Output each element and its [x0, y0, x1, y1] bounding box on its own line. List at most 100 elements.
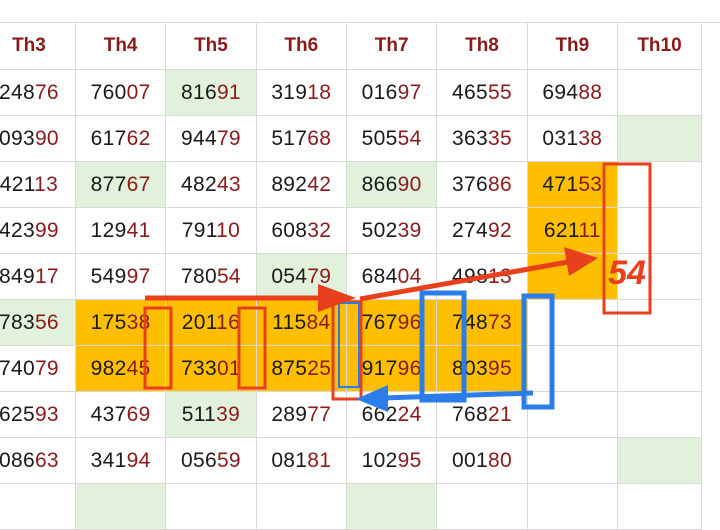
- column-header-th6[interactable]: Th6: [255, 22, 347, 70]
- number-prefix: 803: [452, 356, 488, 380]
- table-cell: 46555: [436, 69, 528, 116]
- number-suffix: 79: [216, 126, 241, 150]
- number-suffix: 97: [397, 80, 422, 104]
- number-suffix: 77: [307, 402, 332, 426]
- number-suffix: 11: [578, 218, 601, 242]
- number-prefix: 780: [180, 264, 217, 288]
- table-cell: 20116: [165, 299, 257, 346]
- column-header-th8[interactable]: Th8: [436, 22, 528, 70]
- table-cell: [526, 345, 619, 392]
- number-prefix: 662: [361, 402, 398, 426]
- number-suffix: 95: [397, 448, 422, 472]
- table-cell: 31918: [255, 69, 347, 116]
- number-prefix: 482: [180, 172, 217, 196]
- table-cell: 87767: [74, 161, 167, 208]
- table-cell: 09390: [0, 115, 76, 162]
- table-cell: 08181: [255, 437, 347, 484]
- number-suffix: 21: [487, 402, 512, 426]
- table-cell: 78054: [165, 253, 257, 300]
- number-prefix: 031: [542, 126, 579, 150]
- table-cell: 43769: [74, 391, 167, 438]
- column-header-th5[interactable]: Th5: [165, 22, 257, 70]
- table-cell: [617, 483, 702, 530]
- table-row: 84917 54997 78054 05479 68404 49813: [0, 253, 702, 300]
- table-cell: 12941: [74, 207, 167, 254]
- column-header-th9[interactable]: Th9: [526, 22, 619, 70]
- column-header-th10[interactable]: Th10: [617, 22, 702, 70]
- number-prefix: 875: [271, 356, 308, 380]
- column-header-th7[interactable]: Th7: [345, 22, 438, 70]
- number-suffix: 90: [34, 126, 59, 150]
- number-suffix: 96: [397, 310, 422, 334]
- table-cell: 76796: [345, 299, 438, 346]
- table-cell: [526, 437, 619, 484]
- number-prefix: 621: [543, 218, 579, 242]
- number-prefix: 760: [90, 80, 127, 104]
- table-cell: [617, 161, 702, 208]
- number-prefix: 877: [90, 172, 127, 196]
- table-cell: 81691: [165, 69, 257, 116]
- number-prefix: 274: [452, 218, 488, 242]
- number-suffix: 04: [397, 264, 422, 288]
- number-suffix: 25: [307, 356, 332, 380]
- table-cell: [526, 391, 619, 438]
- table-cell: 86690: [345, 161, 438, 208]
- number-prefix: 102: [361, 448, 398, 472]
- table-cell: 98245: [74, 345, 167, 392]
- number-prefix: 917: [361, 356, 398, 380]
- column-header-th4[interactable]: Th4: [74, 22, 167, 70]
- table-cell: [526, 483, 619, 530]
- column-header-th3[interactable]: Th3: [0, 22, 76, 70]
- table-row: 08663 34194 05659 08181 10295 00180: [0, 437, 702, 484]
- table-cell: 01697: [345, 69, 438, 116]
- number-suffix: 39: [216, 402, 241, 426]
- table-row: 42113 87767 48243 89242 86690 37686 47153: [0, 161, 702, 208]
- number-prefix: 549: [90, 264, 127, 288]
- number-suffix: 62: [126, 126, 151, 150]
- table-cell: 69488: [526, 69, 619, 116]
- table-cell: 62593: [0, 391, 76, 438]
- table-cell: 42399: [0, 207, 76, 254]
- table-cell: 94479: [165, 115, 257, 162]
- table-row: 42399 12941 79110 60832 50239 27492 62111: [0, 207, 702, 254]
- table-cell: 60832: [255, 207, 347, 254]
- table-cell: 37686: [436, 161, 528, 208]
- number-prefix: 471: [542, 172, 579, 196]
- table-cell: [617, 345, 702, 392]
- table-cell: 74873: [436, 299, 528, 346]
- number-suffix: 93: [34, 402, 59, 426]
- number-prefix: 608: [271, 218, 308, 242]
- number-prefix: 733: [180, 356, 217, 380]
- number-suffix: 35: [487, 126, 512, 150]
- number-suffix: 39: [397, 218, 422, 242]
- table-cell: 51768: [255, 115, 347, 162]
- number-prefix: 016: [361, 80, 398, 104]
- table-cell: 84917: [0, 253, 76, 300]
- number-prefix: 502: [361, 218, 398, 242]
- number-suffix: 80: [487, 448, 512, 472]
- table-cell: 68404: [345, 253, 438, 300]
- number-prefix: 866: [361, 172, 398, 196]
- number-suffix: 92: [487, 218, 512, 242]
- number-suffix: 67: [126, 172, 151, 196]
- number-prefix: 319: [271, 80, 308, 104]
- number-suffix: 13: [487, 264, 512, 288]
- table-cell: 49813: [436, 253, 528, 300]
- number-suffix: 86: [487, 172, 512, 196]
- number-suffix: 56: [34, 310, 59, 334]
- number-suffix: 96: [397, 356, 422, 380]
- number-prefix: 423: [0, 218, 35, 242]
- table-cell: 47153: [526, 161, 619, 208]
- table-cell: 61762: [74, 115, 167, 162]
- number-prefix: 465: [452, 80, 488, 104]
- number-suffix: 88: [578, 80, 603, 104]
- number-suffix: 91: [216, 80, 241, 104]
- table-cell: 42113: [0, 161, 76, 208]
- number-prefix: 892: [271, 172, 308, 196]
- table-cell: 66224: [345, 391, 438, 438]
- number-suffix: 16: [216, 310, 241, 334]
- number-suffix: 01: [216, 356, 241, 380]
- number-prefix: 341: [90, 448, 127, 472]
- table-cell: 10295: [345, 437, 438, 484]
- table-cell: 78356: [0, 299, 76, 346]
